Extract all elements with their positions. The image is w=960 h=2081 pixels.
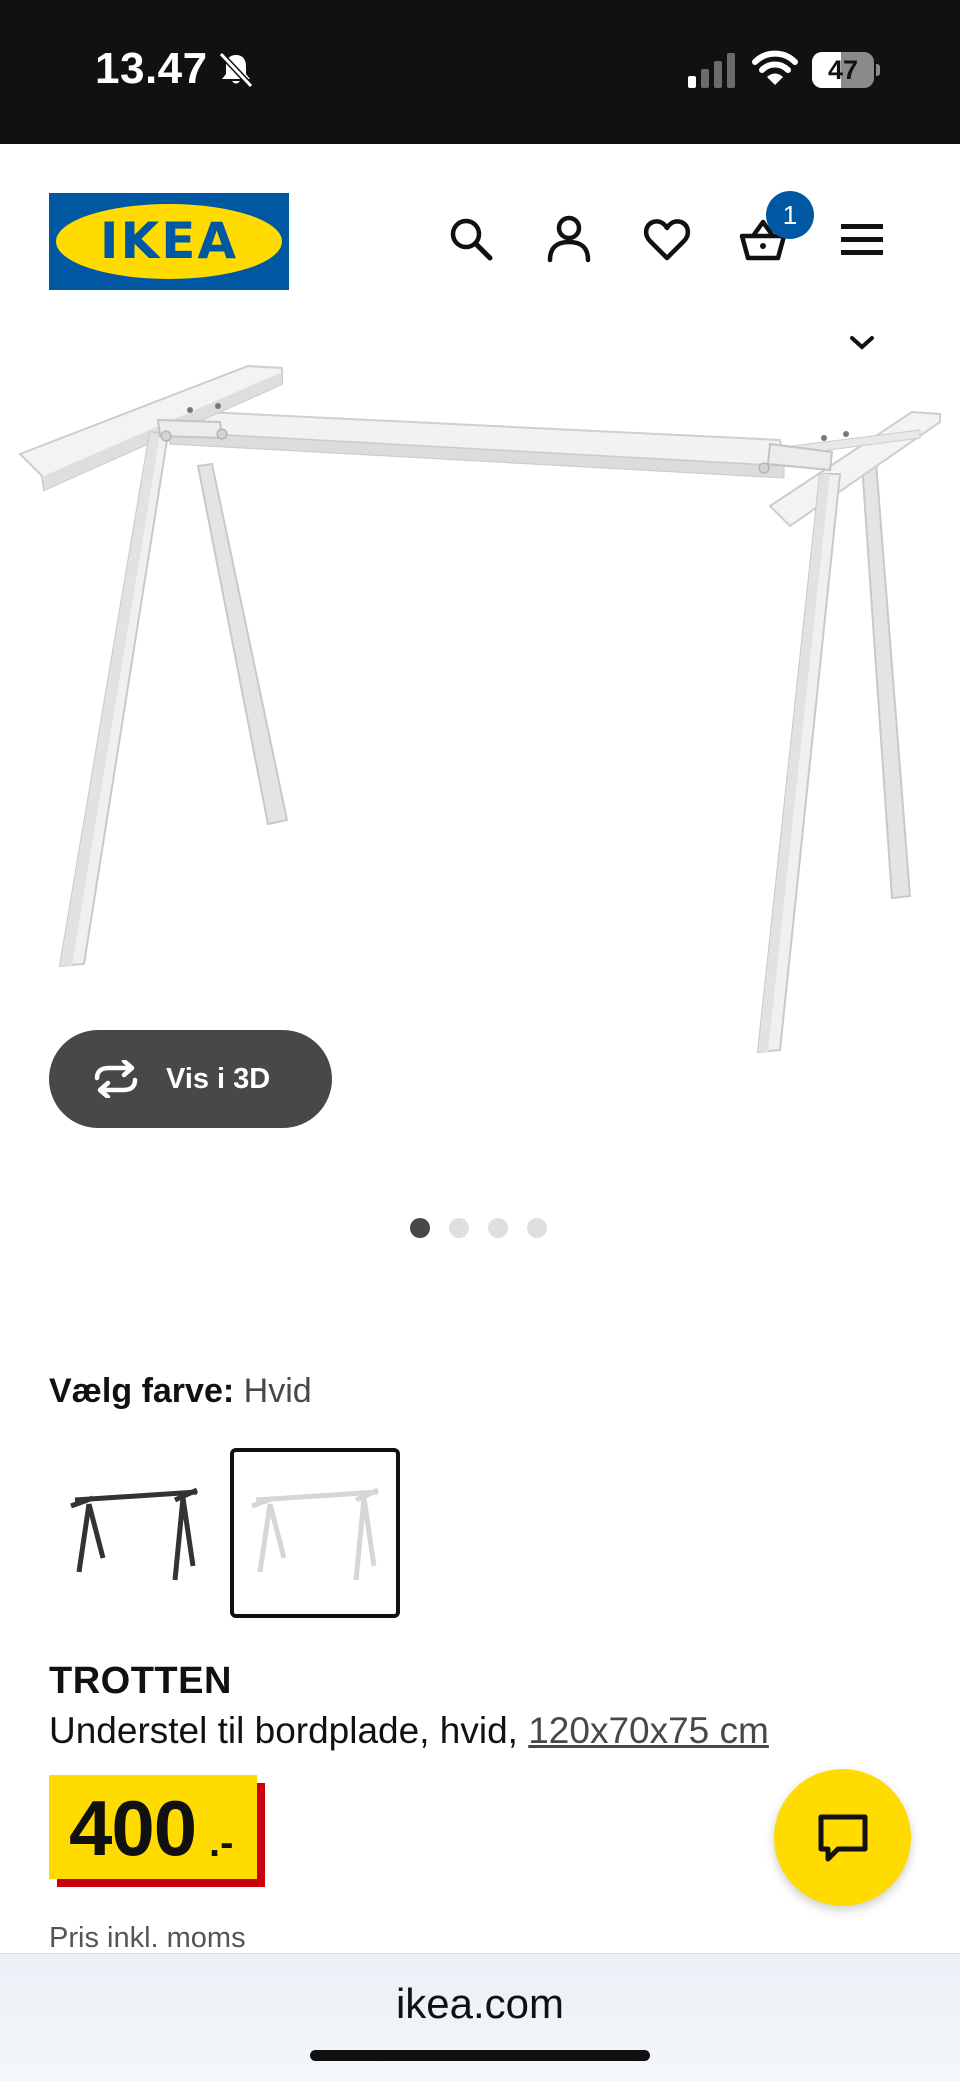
- carousel-dot-2[interactable]: [449, 1218, 469, 1238]
- carousel-dot-4[interactable]: [527, 1218, 547, 1238]
- view-in-3d-button[interactable]: Vis i 3D: [49, 1030, 332, 1128]
- product-image[interactable]: [0, 314, 960, 1094]
- product-dimensions-link[interactable]: 120x70x75 cm: [528, 1710, 769, 1751]
- status-bar: 13.47 47: [0, 0, 960, 144]
- color-swatch-white[interactable]: [230, 1448, 400, 1618]
- browser-url[interactable]: ikea.com: [0, 1980, 960, 2028]
- white-frame-thumbnail: [251, 1487, 380, 1581]
- account-icon[interactable]: [544, 214, 594, 264]
- site-header: IKEA: [0, 144, 960, 314]
- product-description-text: Understel til bordplade, hvid,: [49, 1710, 529, 1751]
- home-indicator[interactable]: [310, 2050, 650, 2061]
- bell-muted-icon: [218, 51, 254, 89]
- price-note: Pris inkl. moms: [49, 1922, 246, 1954]
- ikea-logo[interactable]: IKEA: [49, 193, 289, 290]
- carousel-dot-3[interactable]: [488, 1218, 508, 1238]
- product-name: TROTTEN: [49, 1660, 232, 1702]
- color-swatch-black[interactable]: [49, 1448, 219, 1618]
- battery-indicator: 47: [812, 52, 880, 88]
- color-label-title: Vælg farve:: [49, 1372, 235, 1410]
- menu-icon[interactable]: [837, 214, 887, 264]
- carousel-dot-1[interactable]: [410, 1218, 430, 1238]
- rotate-3d-icon: [94, 1060, 138, 1098]
- price-suffix: .-: [209, 1821, 234, 1865]
- heart-icon[interactable]: [642, 214, 692, 264]
- battery-percent: 47: [827, 55, 859, 85]
- cart-count-badge: 1: [766, 191, 814, 239]
- browser-address-bar[interactable]: ikea.com: [0, 1953, 960, 2081]
- chevron-down-icon[interactable]: [848, 334, 876, 352]
- search-icon[interactable]: [446, 214, 496, 264]
- price-tag: 400 .-: [49, 1775, 265, 1887]
- chat-icon: [818, 1814, 868, 1862]
- product-description: Understel til bordplade, hvid, 120x70x75…: [49, 1710, 769, 1752]
- color-selected-value: Hvid: [243, 1372, 312, 1410]
- table-frame-illustration: [18, 364, 941, 1054]
- chat-button[interactable]: [774, 1769, 911, 1906]
- price-value: 400: [69, 1784, 197, 1872]
- color-select-label: Vælg farve: Hvid: [49, 1372, 312, 1411]
- wifi-icon: [752, 50, 798, 85]
- logo-text: IKEA: [99, 212, 239, 270]
- status-time: 13.47: [95, 44, 208, 93]
- view-in-3d-label: Vis i 3D: [166, 1063, 271, 1095]
- signal-icon: [688, 53, 735, 88]
- black-frame-thumbnail: [70, 1487, 199, 1581]
